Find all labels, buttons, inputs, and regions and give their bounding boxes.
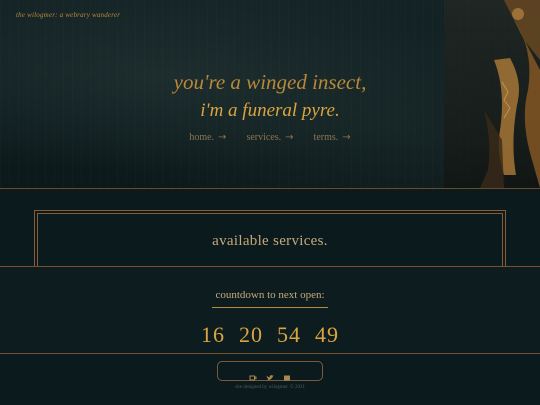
arrow-right-icon: → [218,132,227,143]
countdown-value: 20 [239,322,263,347]
twitter-icon[interactable] [266,367,274,381]
social-links [217,361,323,382]
nav-link-terms[interactable]: terms. → [314,132,351,143]
footer-credit: site designed by wilogmer. © 2021 [235,385,305,390]
nav-link-label: home. [189,132,215,143]
main-nav: home. → services. → terms. → [0,132,540,143]
arrow-right-icon: → [342,132,351,143]
countdown-label: countdown to next open: [215,289,325,301]
nav-link-home[interactable]: home. → [189,132,226,143]
section-divider [0,188,540,189]
nav-link-label: terms. [313,132,339,143]
services-panel: available services. [34,210,506,270]
services-heading: available services. [212,233,328,249]
countdown-overlay: countdown to next open: 16 20 54 49 [0,266,540,354]
countdown-value: 54 [277,322,301,347]
arrow-right-icon: → [285,132,294,143]
countdown-value: 16 [201,322,225,347]
nav-link-label: services. [246,132,282,143]
countdown-underline [212,307,328,308]
hero-section: the wilogmer: a webrary wanderer you're … [0,0,540,188]
countdown-timer: 16 20 54 49 [0,322,540,348]
hero-tagline-line2: i'm a funeral pyre. [200,100,340,121]
ko-fi-icon[interactable] [249,367,257,381]
hero-tagline-line1: you're a winged insect, [173,70,367,94]
nav-link-services[interactable]: services. → [246,132,293,143]
mail-icon[interactable] [283,367,291,382]
countdown-value: 49 [315,322,339,347]
site-brand[interactable]: the wilogmer: a webrary wanderer [16,11,120,19]
